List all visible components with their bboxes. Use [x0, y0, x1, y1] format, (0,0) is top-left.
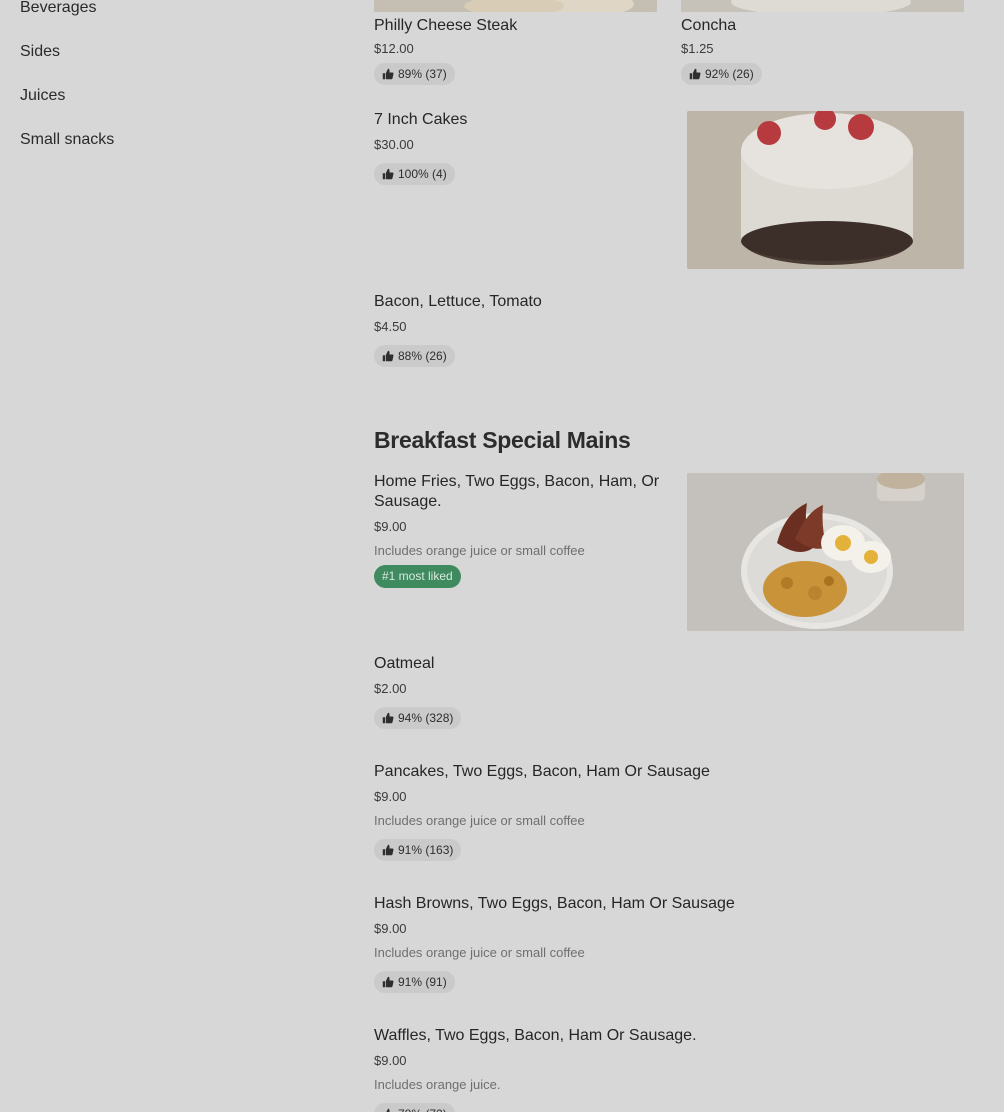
- rating-text: 94% (328): [398, 711, 454, 725]
- menu-item-waffles[interactable]: Waffles, Two Eggs, Bacon, Ham Or Sausage…: [374, 1026, 964, 1112]
- item-price: $4.50: [374, 319, 407, 334]
- menu-card-concha[interactable]: Concha $1.25 92% (26): [681, 0, 964, 92]
- rating-text: 91% (91): [398, 975, 447, 989]
- sidebar-item-juices[interactable]: Juices: [20, 86, 65, 106]
- sidebar-item-sides[interactable]: Sides: [20, 42, 60, 62]
- menu-content: Philly Cheese Steak $12.00 89% (37) Conc…: [374, 0, 974, 1112]
- menu-item-hash-browns[interactable]: Hash Browns, Two Eggs, Bacon, Ham Or Sau…: [374, 894, 964, 994]
- item-name: Home Fries, Two Eggs, Bacon, Ham, Or Sau…: [374, 473, 660, 510]
- section-title: Breakfast Special Mains: [374, 427, 631, 453]
- item-name: Hash Browns, Two Eggs, Bacon, Ham Or Sau…: [374, 895, 735, 912]
- item-description: Includes orange juice or small coffee: [374, 543, 585, 558]
- thumbs-up-icon: [382, 168, 394, 180]
- item-price: $9.00: [374, 519, 407, 534]
- food-image-breakfast: [687, 473, 964, 631]
- item-price: $12.00: [374, 41, 414, 56]
- rating-badge: 89% (37): [374, 63, 455, 85]
- item-name: Pancakes, Two Eggs, Bacon, Ham Or Sausag…: [374, 763, 710, 780]
- rating-text: 92% (26): [705, 67, 754, 81]
- menu-item-oatmeal[interactable]: Oatmeal $2.00 94% (328): [374, 654, 964, 734]
- thumbs-up-icon: [382, 976, 394, 988]
- item-name: Bacon, Lettuce, Tomato: [374, 293, 542, 310]
- item-price: $9.00: [374, 789, 407, 804]
- rating-text: 89% (37): [398, 67, 447, 81]
- sidebar-item-small-snacks[interactable]: Small snacks: [20, 130, 114, 150]
- rating-text: 88% (26): [398, 349, 447, 363]
- item-name: 7 Inch Cakes: [374, 111, 468, 128]
- item-price: $30.00: [374, 137, 414, 152]
- item-description: Includes orange juice or small coffee: [374, 945, 585, 960]
- most-liked-badge: #1 most liked: [374, 565, 461, 588]
- rating-badge: 78% (72): [374, 1103, 455, 1112]
- sidebar-item-beverages[interactable]: Beverages: [20, 0, 97, 18]
- menu-item-blt[interactable]: Bacon, Lettuce, Tomato $4.50 88% (26): [374, 292, 964, 372]
- category-sidebar: Beverages Sides Juices Small snacks: [0, 0, 340, 1112]
- rating-badge: 94% (328): [374, 707, 462, 729]
- item-name: Oatmeal: [374, 655, 435, 672]
- thumbs-up-icon: [689, 68, 701, 80]
- menu-item-7-inch-cakes[interactable]: 7 Inch Cakes $30.00 100% (4): [374, 110, 964, 270]
- rating-text: 78% (72): [398, 1103, 447, 1112]
- thumbs-up-icon: [382, 1108, 394, 1112]
- rating-text: 100% (4): [398, 167, 447, 181]
- item-name: Philly Cheese Steak: [374, 17, 518, 34]
- item-description: Includes orange juice or small coffee: [374, 813, 585, 828]
- rating-badge: 92% (26): [681, 63, 762, 85]
- menu-item-home-fries[interactable]: Home Fries, Two Eggs, Bacon, Ham, Or Sau…: [374, 472, 964, 632]
- thumbs-up-icon: [382, 68, 394, 80]
- rating-badge: 91% (163): [374, 839, 462, 861]
- rating-text: 91% (163): [398, 843, 454, 857]
- item-name: Concha: [681, 17, 737, 34]
- food-image-concha: [681, 0, 964, 12]
- rating-badge: 100% (4): [374, 163, 455, 185]
- thumbs-up-icon: [382, 712, 394, 724]
- item-price: $9.00: [374, 921, 407, 936]
- menu-item-pancakes[interactable]: Pancakes, Two Eggs, Bacon, Ham Or Sausag…: [374, 762, 964, 862]
- item-description: Includes orange juice.: [374, 1077, 501, 1092]
- item-name: Waffles, Two Eggs, Bacon, Ham Or Sausage…: [374, 1027, 697, 1044]
- food-image-cake: [687, 111, 964, 269]
- rating-badge: 88% (26): [374, 345, 455, 367]
- thumbs-up-icon: [382, 844, 394, 856]
- item-price: $1.25: [681, 41, 714, 56]
- food-image-philly-cheese-steak: [374, 0, 657, 12]
- menu-card-philly-cheese-steak[interactable]: Philly Cheese Steak $12.00 89% (37): [374, 0, 657, 92]
- item-price: $2.00: [374, 681, 407, 696]
- rating-badge: 91% (91): [374, 971, 455, 993]
- item-price: $9.00: [374, 1053, 407, 1068]
- thumbs-up-icon: [382, 350, 394, 362]
